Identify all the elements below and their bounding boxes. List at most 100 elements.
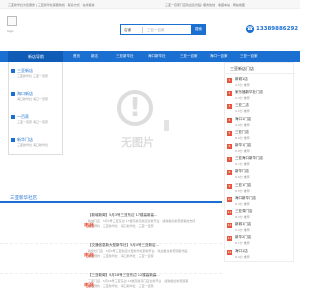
news-description: 三亚门店 · 5月18号三亚东边 12楼高新高门店全新开业 · 感谢各位新老顾客 <box>88 279 189 283</box>
store-name: 三亚二店 <box>235 103 249 108</box>
store-rating: 8.7分 推荐 <box>235 162 250 167</box>
store-name: 新华1门店 <box>235 143 252 147</box>
store-rating: 8.0分 推荐 <box>235 254 250 259</box>
news-tag: 电商 <box>84 223 95 229</box>
ranking-item[interactable]: 6 新华1门店 8.8分 推荐 <box>227 142 293 156</box>
panel-header: 三亚新店门店 <box>225 63 295 74</box>
rank-number: 4 <box>227 117 232 123</box>
banner-slider[interactable]: ! 无图片 <box>63 62 223 162</box>
ranking-item[interactable]: 9 三亚1门店 8.5分 推荐 <box>227 182 293 196</box>
store-rating: 8.5分 推荐 <box>235 188 250 193</box>
sidebar-item-sub: 海口新华社 海口一百家 <box>17 97 48 101</box>
store-name: 新华2门店 <box>235 235 252 240</box>
search-divider <box>142 27 143 33</box>
category-square-icon <box>11 115 15 119</box>
store-name: 新城1门店 <box>235 222 252 227</box>
ranking-item[interactable]: 13 新华2门店 8.1分 推荐 <box>227 234 293 248</box>
sidebar-item-xinhua[interactable]: 新华门店 三亚新华社 海口新华社 <box>9 135 64 149</box>
ranking-item[interactable]: 2 家乐福新华社门店 9.3分 推荐 <box>227 89 293 103</box>
rank-number: 7 <box>227 157 232 163</box>
logo-image[interactable] <box>7 16 17 26</box>
panel-title: 三亚新店门店 <box>230 66 254 71</box>
news-meta: 电话预约 · 三亚新华社 · 海口新华社 · 三亚一百家 <box>88 224 154 228</box>
main-nav: 新店导航 首页 新店 三亚新华社 海口新华社 三亚一百家 海口一百家 三亚一百家 <box>0 51 300 62</box>
store-rating: 8.3分 推荐 <box>235 215 250 219</box>
news-tag: 电商 <box>84 253 95 259</box>
store-rating: 8.8分 推荐 <box>235 149 250 153</box>
ranking-item[interactable]: 14 海口1店 8.0分 推荐 <box>227 248 293 262</box>
search-input[interactable]: 三亚一百家 <box>147 28 165 33</box>
slider-next-button[interactable] <box>164 120 169 131</box>
sidebar-item-haikou[interactable]: 海口新店 海口新华社 海口一百家 <box>9 89 64 103</box>
store-name: 家乐福新华社门店 <box>235 90 263 95</box>
nav-all-categories[interactable]: 新店导航 <box>8 51 63 62</box>
rank-number: 9 <box>227 183 232 189</box>
nav-item-sanya-yibaijia[interactable]: 三亚一百家 <box>180 51 198 62</box>
news-tag: 电商 <box>84 283 95 289</box>
top-bar-links[interactable]: 三亚一百家门店欢迎您光临! 服务热线 · 收藏本站 · 网站地图 <box>165 3 245 7</box>
nav-item-sanya-xinhua[interactable]: 三亚新华社 <box>116 51 134 62</box>
ranking-item[interactable]: 1 新城1店 9.5分 推荐 <box>227 76 293 90</box>
search-category-select[interactable]: 店铺 <box>124 28 131 33</box>
nav-item-haikou-yibaijia[interactable]: 海口一百家 <box>210 51 228 62</box>
store-name: 海口新华门店 <box>235 195 256 200</box>
rank-number: 2 <box>227 91 232 97</box>
search-button[interactable]: 搜索 <box>191 24 206 35</box>
store-name: 新华门店 <box>235 169 249 174</box>
news-description: 新城门店 · 5月3号三亚东边 17楼高新高新店全新开业 · 感谢各位新老顾客的… <box>88 219 196 223</box>
rank-number: 13 <box>227 236 232 242</box>
ranking-item[interactable]: 8 新华门店 8.6分 推荐 <box>227 168 293 182</box>
sidebar-item-sub: 三亚新华社 海口新华社 <box>17 143 48 147</box>
category-square-icon <box>11 92 15 96</box>
store-rating: 8.1分 推荐 <box>235 241 250 246</box>
banner-placeholder-text: 无图片 <box>121 136 154 149</box>
rank-number: 14 <box>227 249 232 255</box>
ranking-item[interactable]: 11 三亚湾门店 8.3分 推荐 <box>227 208 293 222</box>
rank-number: 1 <box>227 78 232 83</box>
store-name: 三亚湾门店 <box>235 209 253 213</box>
store-name: 海口1门店 <box>235 116 252 121</box>
store-name: 三亚海口新华门店 <box>235 156 263 161</box>
news-title[interactable]: 【三亚新闻】5月18号三亚东边 12楼高新高... <box>88 273 160 278</box>
sidebar-item-sub: 三亚新华社 三亚一百家 <box>17 74 48 78</box>
rank-number: 3 <box>227 104 232 110</box>
store-rating: 9.0分 推荐 <box>235 122 250 127</box>
rank-number: 12 <box>227 223 232 229</box>
contact-phone: 13389886292 <box>256 26 299 32</box>
store-rating: 8.6分 推荐 <box>235 175 250 180</box>
store-rating: 8.4分 推荐 <box>235 201 250 206</box>
ranking-item[interactable]: 4 海口1门店 9.0分 推荐 <box>227 116 293 130</box>
nav-item-home[interactable]: 首页 <box>73 51 80 62</box>
ranking-item[interactable]: 10 海口新华门店 8.4分 推荐 <box>227 195 293 209</box>
ranking-item[interactable]: 5 三亚门店 8.9分 推荐 <box>227 129 293 143</box>
sidebar-item-sub: 三亚一百家 海口一百家 <box>17 120 48 124</box>
store-ranking-panel: 三亚新店门店 1 新城1店 9.5分 推荐 2 家乐福新华社门店 9.3分 推荐 3 三亚二店… <box>224 62 295 262</box>
exclamation-placeholder-icon: ! <box>117 90 153 126</box>
ranking-item[interactable]: 7 三亚海口新华门店 8.7分 推荐 <box>227 155 293 169</box>
news-item[interactable]: 【三亚新闻】5月18号三亚东边 12楼高新高... 三亚门店 · 5月18号三亚东… <box>0 270 222 300</box>
store-rating: 9.2分 推荐 <box>235 109 250 114</box>
store-name: 三亚门店 <box>235 129 249 134</box>
ranking-item[interactable]: 12 新城1门店 8.2分 推荐 <box>227 221 293 235</box>
search-box: 店铺 三亚一百家 搜索 <box>120 24 206 35</box>
logo-label: logo <box>7 29 14 33</box>
nav-item-new[interactable]: 新店 <box>91 51 98 62</box>
news-description: 新华社门店 · 5月4号三亚新店大型新华社即将开业 · 欢迎各位新老顾客光临 <box>88 249 188 253</box>
news-item[interactable]: 【交通信息新大型新华社】5月4号三亚新店... 新华社门店 · 5月4号三亚新店大… <box>0 240 222 274</box>
nav-item-haikou-xinhua[interactable]: 海口新华社 <box>148 51 166 62</box>
news-title[interactable]: 【交通信息新大型新华社】5月4号三亚新店... <box>88 243 159 248</box>
store-name: 三亚1门店 <box>235 182 252 187</box>
store-rating: 8.2分 推荐 <box>235 228 250 233</box>
sidebar-item-sanya[interactable]: 三亚新店 三亚新华社 三亚一百家 <box>9 66 64 80</box>
news-meta: 电话预约 · 三亚新华社 · 海口新华社 · 三亚一百家 <box>88 284 154 288</box>
news-item[interactable]: 【新城新闻】5月3号三亚东边 17楼高新高... 新城门店 · 5月3号三亚东边 … <box>0 210 222 244</box>
category-square-icon <box>11 69 15 73</box>
nav-item-sanya-yibaijia-2[interactable]: 三亚一百家 <box>240 51 258 62</box>
phone-icon: ☎ <box>246 25 254 33</box>
category-sidebar: 三亚新店 三亚新华社 三亚一百家 海口新店 海口新华社 海口一百家 一百家 三亚… <box>8 62 63 155</box>
news-title[interactable]: 【新城新闻】5月3号三亚东边 17楼高新高... <box>88 213 157 218</box>
rank-number: 6 <box>227 144 232 149</box>
sidebar-item-yibaijia[interactable]: 一百家 三亚一百家 海口一百家 <box>9 112 64 126</box>
ranking-item[interactable]: 3 三亚二店 9.2分 推荐 <box>227 102 293 116</box>
section-title: 三亚新华社店 <box>10 196 37 201</box>
